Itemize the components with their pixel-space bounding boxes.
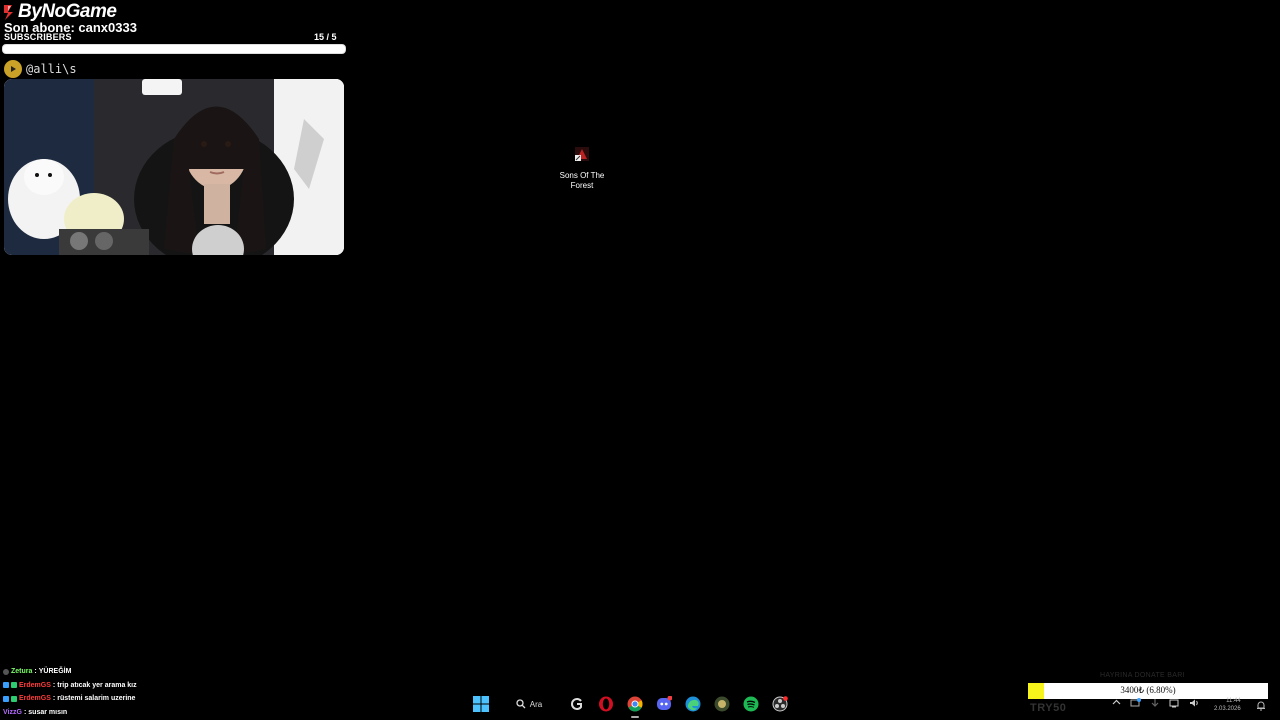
clock-date: 2.03.2026 (1214, 706, 1241, 712)
windows-start-icon (473, 696, 489, 712)
subscribers-label: SUBSCRIBERS (4, 32, 72, 42)
chat-sep: : (52, 681, 56, 689)
search-label: Ara (529, 699, 543, 709)
clock-time: 11:44 (1226, 698, 1241, 704)
donate-amount: 3400₺ (6.80%) (1120, 685, 1176, 695)
taskbar-edge[interactable] (682, 693, 704, 715)
taskbar-opera[interactable] (595, 693, 617, 715)
subscribers-progress-bar (2, 44, 346, 54)
clock[interactable]: 11:44 2.03.2026 (1214, 697, 1241, 713)
volume-icon[interactable] (1189, 698, 1200, 710)
obs-icon (772, 696, 788, 712)
search-icon (516, 699, 526, 709)
chat-sep: : (34, 668, 37, 675)
chat-user: VizzG (3, 708, 22, 716)
sons-of-the-forest-icon (575, 147, 589, 161)
play-icon (4, 60, 22, 78)
download-icon[interactable] (1150, 698, 1160, 710)
taskbar-discord[interactable] (653, 693, 675, 715)
social-handle: @alli\s (4, 60, 77, 78)
donate-bar-title: HAYRINA DONATE BARI (1100, 672, 1185, 679)
opera-icon (599, 696, 613, 712)
chat-message: ErdemGS : trip atıcak yer arama kız (3, 679, 243, 693)
edge-icon (685, 696, 701, 712)
chat-message: Zetura : YÜREĞİM (3, 665, 243, 679)
taskbar-obs[interactable] (769, 693, 791, 715)
discord-icon (657, 696, 672, 710)
app-circle-icon (714, 696, 730, 712)
webcam-image (4, 79, 344, 255)
chat-sep: : (23, 708, 27, 716)
desktop-icon-sons-of-the-forest[interactable]: Sons Of The Forest (555, 146, 609, 191)
chat-user: Zetura (11, 668, 33, 675)
chat-badge-icon (11, 695, 17, 702)
windows-start-button[interactable] (470, 693, 492, 715)
subscribers-count: 15 / 5 (314, 32, 337, 42)
spotify-icon (743, 696, 759, 712)
chat-badge-icon (11, 682, 17, 689)
chat-user: ErdemGS (19, 681, 51, 689)
brand-logo-icon (4, 5, 13, 20)
chat-text: trip atıcak yer arama kız (57, 681, 137, 689)
taskbar: Ara (470, 692, 791, 718)
chat-text: YÜREĞİM (38, 668, 72, 675)
chat-message: VizzG : susar mısın (3, 706, 243, 720)
chat-user: ErdemGS (19, 695, 51, 702)
chat-text: susar mısın (28, 708, 68, 716)
chat-overlay: Zetura : YÜREĞİM ErdemGS : trip atıcak y… (3, 665, 243, 719)
chat-text: rüstemi salarim uzerine (57, 695, 136, 702)
chat-badge-icon (3, 695, 9, 702)
network-app-icon[interactable] (1130, 697, 1141, 710)
handle-text: @alli\s (26, 62, 77, 76)
taskbar-search[interactable]: Ara (499, 693, 559, 715)
taskbar-app-g[interactable] (566, 693, 588, 715)
promo-code: TRY50 (1030, 702, 1067, 714)
system-tray (1112, 697, 1200, 710)
taskbar-chrome[interactable] (624, 693, 646, 718)
chat-badge-icon (3, 668, 9, 675)
taskbar-spotify[interactable] (740, 693, 762, 715)
app-g-icon (571, 698, 582, 710)
desktop-icon-label-line2: Forest (570, 181, 594, 190)
chevron-up-icon[interactable] (1112, 698, 1121, 709)
desktop-icon-label-line1: Sons Of The (559, 171, 605, 180)
taskbar-app-circle[interactable] (711, 693, 733, 715)
chat-message: ErdemGS : rüstemi salarim uzerine (3, 692, 243, 706)
chat-sep: : (52, 695, 56, 702)
subscribers-progress-fill (3, 45, 345, 53)
chrome-icon (627, 696, 643, 712)
chat-badge-icon (3, 682, 9, 689)
notification-icon[interactable] (1256, 698, 1266, 716)
webcam-feed (4, 79, 344, 255)
wifi-icon[interactable] (1169, 698, 1180, 710)
